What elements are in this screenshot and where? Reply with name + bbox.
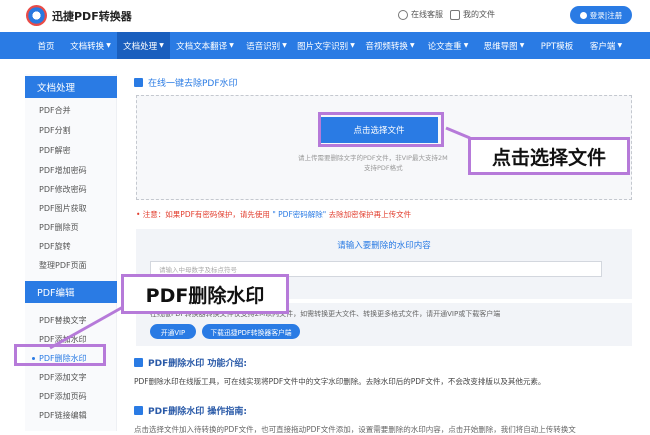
nav-label: PPT模板	[540, 41, 574, 52]
sidebar-item-pdf-add-password[interactable]: PDF增加密码	[39, 165, 87, 176]
sidebar-item-pdf-change-password[interactable]: PDF修改密码	[39, 184, 87, 195]
nav-item-speech[interactable]: 语音识别 ▼	[240, 32, 293, 59]
sidebar-item-pdf-decrypt[interactable]: PDF解密	[39, 145, 71, 156]
nav-label: 音视频转换	[365, 41, 408, 52]
chevron-down-icon: ▼	[229, 42, 234, 49]
sidebar-item-pdf-split[interactable]: PDF分割	[39, 125, 71, 136]
sidebar-item-pdf-merge[interactable]: PDF合并	[39, 105, 71, 116]
sidebar-item-pdf-delete-pages[interactable]: PDF删除页	[39, 222, 79, 233]
intro-text: PDF删除水印在线版工具，可在线实现将PDF文件中的文字水印删除。去除水印后的P…	[134, 377, 546, 386]
nav-label: 语音识别	[246, 41, 281, 52]
online-service-label: 在线客服	[411, 10, 443, 19]
nav-item-doc-process[interactable]: 文档处理 ▼	[117, 32, 170, 59]
upload-hint-line1: 请上传需要删除文字的PDF文件，非VIP最大支持2M	[298, 154, 448, 162]
nav-label: 思维导图	[483, 41, 518, 52]
login-register-button[interactable]: 登录|注册	[570, 6, 632, 24]
highlight-remove-watermark	[14, 344, 106, 366]
callout-select-file: 点击选择文件	[468, 137, 630, 175]
headset-icon	[398, 9, 408, 20]
guide-text: 点击选择文件加入待转换的PDF文件，也可直接拖动PDF文件添加，设置需要删除的水…	[134, 425, 576, 434]
sidebar-section-doc-process[interactable]: 文档处理	[25, 76, 117, 98]
notice-suffix: 去除加密保护再上传文件	[328, 210, 412, 219]
intro-title-text: PDF删除水印 功能介绍:	[148, 359, 247, 369]
chevron-down-icon: ▼	[519, 42, 525, 49]
my-files-link[interactable]: 我的文件	[450, 9, 495, 20]
password-notice: • 注意：如果PDF有密码保护，请先使用 " PDF密码解除" 去除加密保护再上…	[136, 209, 411, 220]
guide-title: PDF删除水印 操作指南:	[134, 404, 247, 417]
nav-label: 文档文本翻译	[176, 41, 228, 52]
sidebar-item-pdf-add-page-numbers[interactable]: PDF添加页码	[39, 391, 87, 402]
section-marker-icon	[134, 358, 143, 367]
sidebar-item-pdf-extract-images[interactable]: PDF图片获取	[39, 203, 87, 214]
nav-item-plagiarism[interactable]: 论文查重 ▼	[421, 32, 475, 59]
sidebar-item-pdf-replace-text[interactable]: PDF替换文字	[39, 315, 87, 326]
section-marker-icon	[134, 78, 143, 87]
sidebar-section-pdf-edit[interactable]: PDF编辑	[25, 281, 117, 303]
main-nav: 首页 文档转换 ▼ 文档处理 ▼ 文档文本翻译 ▼ 语音识别 ▼ 图片文字识别 ▼ 音视频…	[0, 32, 650, 59]
app-logo-icon[interactable]	[26, 5, 47, 26]
nav-label: 文档转换	[70, 41, 105, 52]
chevron-down-icon: ▼	[159, 42, 164, 49]
nav-label: 首页	[37, 41, 55, 52]
sidebar-item-pdf-organize[interactable]: 整理PDF页面	[39, 260, 87, 271]
pdf-unlock-link[interactable]: " PDF密码解除"	[272, 210, 326, 219]
tool-title-text: 在线一键去除PDF水印	[148, 79, 238, 89]
chevron-down-icon: ▼	[409, 42, 415, 49]
notice-prefix: • 注意：如果PDF有密码保护，请先使用	[136, 210, 270, 219]
intro-title: PDF删除水印 功能介绍:	[134, 356, 247, 369]
sidebar-item-pdf-add-text[interactable]: PDF添加文字	[39, 372, 87, 383]
watermark-label: 请输入要删除的水印内容	[337, 241, 431, 251]
top-header: 迅捷PDF转换器 在线客服 我的文件 登录|注册	[0, 0, 650, 31]
online-service-link[interactable]: 在线客服	[398, 9, 443, 20]
nav-item-ocr[interactable]: 图片文字识别 ▼	[293, 32, 359, 59]
nav-label: 图片文字识别	[297, 41, 349, 52]
nav-label: 客户端	[589, 41, 616, 52]
open-vip-button[interactable]: 开通VIP	[150, 324, 196, 339]
nav-item-doc-convert[interactable]: 文档转换 ▼	[64, 32, 117, 59]
section-marker-icon	[134, 406, 143, 415]
nav-item-client[interactable]: 客户端 ▼	[581, 32, 631, 59]
nav-label: 论文查重	[427, 41, 462, 52]
tool-title: 在线一键去除PDF水印	[134, 76, 238, 89]
nav-item-home[interactable]: 首页	[28, 32, 64, 59]
nav-item-doc-translate[interactable]: 文档文本翻译 ▼	[170, 32, 240, 59]
upload-hint-line2: 支持PDF格式	[364, 164, 403, 172]
login-register-label: 登录|注册	[589, 10, 623, 20]
my-files-label: 我的文件	[463, 10, 495, 19]
download-client-button[interactable]: 下载迅捷PDF转换器客户端	[202, 324, 300, 339]
nav-item-av-convert[interactable]: 音视频转换 ▼	[359, 32, 421, 59]
user-icon	[579, 11, 587, 19]
chevron-down-icon: ▼	[617, 42, 623, 49]
app-name[interactable]: 迅捷PDF转换器	[52, 8, 132, 24]
chevron-down-icon: ▼	[106, 42, 111, 49]
sidebar: 文档处理 PDF合并 PDF分割 PDF解密 PDF增加密码 PDF修改密码 P…	[25, 74, 117, 431]
chevron-down-icon: ▼	[463, 42, 469, 49]
sidebar-item-pdf-rotate[interactable]: PDF旋转	[39, 241, 71, 252]
nav-item-mindmap[interactable]: 思维导图 ▼	[475, 32, 533, 59]
file-icon	[450, 9, 460, 20]
nav-label: 文档处理	[123, 41, 158, 52]
chevron-down-icon: ▼	[282, 42, 287, 49]
guide-title-text: PDF删除水印 操作指南:	[148, 407, 247, 417]
callout-remove-watermark: PDF删除水印	[121, 274, 289, 314]
nav-item-ppt[interactable]: PPT模板	[533, 32, 581, 59]
highlight-select-file	[318, 112, 444, 147]
sidebar-item-pdf-link-edit[interactable]: PDF链接编辑	[39, 410, 87, 421]
chevron-down-icon: ▼	[350, 42, 355, 49]
